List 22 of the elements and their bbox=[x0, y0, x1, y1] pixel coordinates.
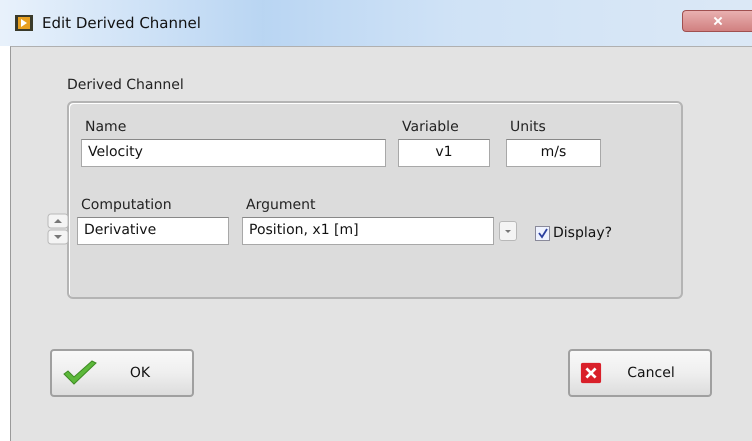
argument-field[interactable]: Position, x1 [m] bbox=[242, 217, 494, 245]
cancel-button[interactable]: Cancel bbox=[568, 349, 712, 397]
dropdown-button[interactable] bbox=[499, 221, 517, 241]
field-label: Variable bbox=[402, 119, 460, 135]
variable-field[interactable]: v1 bbox=[398, 139, 490, 167]
group-label: Derived Channel bbox=[67, 77, 185, 93]
close-icon bbox=[712, 15, 724, 27]
computation-field[interactable]: Derivative bbox=[77, 217, 229, 245]
field-label: Name bbox=[85, 119, 128, 135]
field-label: Argument bbox=[246, 197, 316, 213]
app-icon bbox=[14, 14, 34, 32]
ok-button[interactable]: OK bbox=[50, 349, 194, 397]
field-label: Units bbox=[510, 119, 547, 135]
checkmark-icon bbox=[62, 360, 98, 386]
display-checkbox[interactable] bbox=[535, 226, 550, 240]
close-button[interactable] bbox=[682, 10, 752, 32]
window-title: Edit Derived Channel bbox=[42, 14, 201, 32]
field-label: Computation bbox=[81, 197, 173, 213]
name-field[interactable]: Velocity bbox=[81, 139, 386, 167]
close-icon bbox=[580, 362, 602, 384]
checkbox-label: Display? bbox=[553, 225, 612, 241]
units-field[interactable]: m/s bbox=[506, 139, 601, 167]
